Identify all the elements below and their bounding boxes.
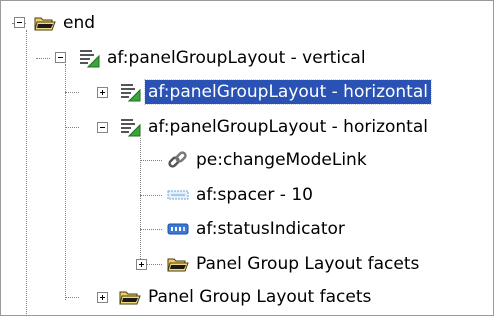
tree-node-label: Panel Group Layout facets — [148, 287, 372, 307]
tree-node-change-mode-link[interactable]: pe:changeModeLink — [167, 148, 370, 172]
tree-node-label: af:spacer - 10 — [196, 185, 313, 205]
tree-node-spacer[interactable]: af:spacer - 10 — [167, 183, 316, 207]
tree-node-status-indicator[interactable]: af:statusIndicator — [167, 217, 348, 241]
tree-connector — [140, 160, 162, 161]
link-chain-icon — [168, 151, 187, 168]
tree-node-end[interactable]: end — [34, 11, 98, 35]
tree-node-label: end — [63, 13, 96, 33]
collapse-toggle[interactable] — [55, 52, 66, 63]
expand-toggle[interactable] — [97, 292, 108, 303]
folder-open-icon — [167, 258, 189, 272]
panel-group-layout-icon — [121, 84, 141, 102]
folder-open-icon — [34, 17, 56, 31]
tree-node-label: pe:changeModeLink — [196, 150, 367, 170]
collapse-toggle[interactable] — [14, 17, 25, 28]
tree-connector — [65, 297, 79, 298]
tree-connector — [65, 64, 66, 300]
tree-node-label: Panel Group Layout facets — [196, 254, 420, 274]
spacer-icon — [167, 190, 189, 200]
tree-node-panel-group-layout-vertical[interactable]: af:panelGroupLayout - vertical — [78, 46, 369, 70]
structure-tree: end af:panelGroupLayout - vertical af:pa… — [0, 0, 494, 316]
tree-connector — [65, 127, 79, 128]
tree-node-panel-group-layout-facets[interactable]: Panel Group Layout facets — [119, 285, 374, 309]
tree-node-label: af:panelGroupLayout - horizontal — [144, 79, 432, 105]
panel-group-layout-icon — [80, 50, 100, 68]
tree-node-label: af:panelGroupLayout - vertical — [107, 48, 366, 68]
tree-node-label: af:statusIndicator — [196, 219, 345, 239]
tree-connector — [140, 229, 162, 230]
tree-node-panel-group-layout-horizontal-selected[interactable]: af:panelGroupLayout - horizontal — [119, 79, 432, 105]
status-indicator-icon — [167, 223, 189, 235]
tree-connector — [140, 195, 162, 196]
tree-connector — [36, 58, 50, 59]
tree-node-panel-group-layout-facets[interactable]: Panel Group Layout facets — [167, 252, 422, 276]
folder-open-icon — [119, 291, 141, 305]
expand-toggle[interactable] — [136, 259, 147, 270]
tree-node-panel-group-layout-horizontal[interactable]: af:panelGroupLayout - horizontal — [119, 115, 431, 139]
tree-connector — [26, 30, 27, 316]
tree-node-label: af:panelGroupLayout - horizontal — [148, 117, 428, 137]
expand-toggle[interactable] — [97, 87, 108, 98]
tree-connector — [140, 138, 141, 265]
collapse-toggle[interactable] — [97, 122, 108, 133]
tree-connector — [65, 92, 79, 93]
panel-group-layout-icon — [121, 119, 141, 137]
